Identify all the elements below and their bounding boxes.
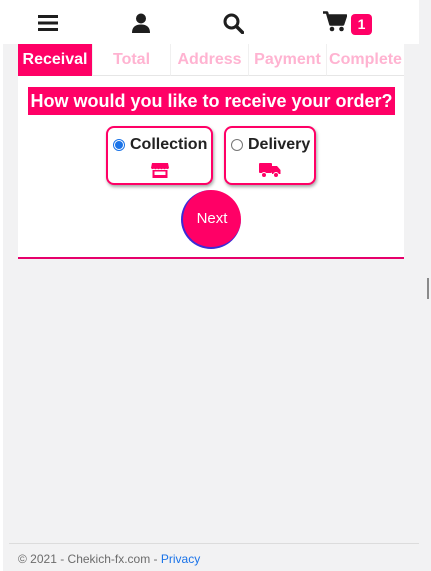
next-button[interactable]: Next [181, 190, 241, 249]
user-icon[interactable] [129, 12, 153, 34]
truck-icon [226, 162, 314, 178]
collection-option[interactable]: Collection [106, 126, 213, 185]
search-icon[interactable] [221, 12, 245, 34]
delivery-label: Delivery [248, 136, 311, 153]
delivery-option[interactable]: Delivery [224, 126, 316, 185]
cart-button[interactable]: 1 [323, 11, 372, 37]
store-icon [108, 162, 211, 178]
collection-radio[interactable] [113, 139, 125, 151]
receive-question-heading: How would you like to receive your order… [28, 87, 395, 115]
delivery-radio[interactable] [231, 139, 243, 151]
footer: © 2021 - Chekich-fx.com - Privacy [18, 552, 200, 566]
menu-icon[interactable] [38, 12, 58, 34]
tab-total[interactable]: Total [93, 44, 171, 76]
footer-divider [9, 543, 419, 544]
collection-label: Collection [130, 136, 208, 153]
checkout-panel: Receival Total Address Payment Complete … [18, 44, 404, 258]
panel-divider [18, 257, 404, 259]
page-edge [0, 0, 3, 571]
top-navbar: 1 [3, 0, 419, 44]
checkout-steps: Receival Total Address Payment Complete [18, 44, 404, 76]
privacy-link[interactable]: Privacy [161, 552, 200, 566]
copyright-text: © 2021 - Chekich-fx.com - [18, 552, 161, 566]
tab-complete[interactable]: Complete [327, 44, 404, 76]
tab-receival[interactable]: Receival [18, 44, 93, 76]
shopping-cart-icon [323, 11, 348, 37]
cart-count-badge: 1 [351, 13, 372, 35]
tab-address[interactable]: Address [171, 44, 249, 76]
tab-payment[interactable]: Payment [249, 44, 327, 76]
scrollbar-thumb[interactable] [427, 278, 429, 299]
